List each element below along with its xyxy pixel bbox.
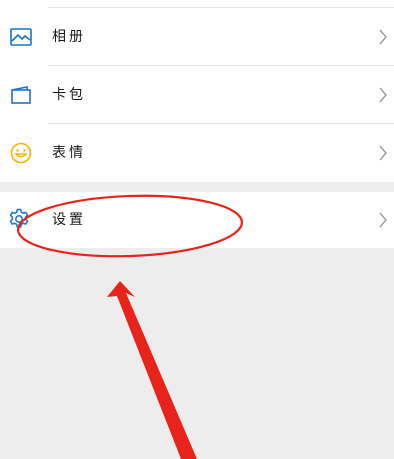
menu-item-settings[interactable]: 设置	[0, 192, 394, 248]
chevron-right-icon	[379, 87, 387, 103]
menu-item-card-wallet[interactable]: 卡包	[0, 66, 394, 124]
menu-item-emoji[interactable]: 表情	[0, 124, 394, 182]
chevron-right-icon	[379, 212, 387, 228]
card-wallet-icon	[11, 86, 31, 104]
menu-item-label: 相册	[52, 29, 86, 45]
menu-group: 相册 卡包 表情	[0, 8, 394, 182]
menu-item-label: 表情	[52, 145, 86, 161]
album-icon	[10, 28, 32, 46]
gear-icon	[9, 208, 29, 228]
menu-item-label: 卡包	[52, 87, 86, 103]
chevron-right-icon	[379, 145, 387, 161]
arrow-annotation	[107, 281, 197, 459]
emoji-icon	[10, 142, 32, 164]
menu-item-label: 设置	[52, 212, 86, 228]
settings-group: 设置	[0, 192, 394, 248]
chevron-right-icon	[379, 29, 387, 45]
menu-item-album[interactable]: 相册	[0, 8, 394, 66]
previous-row-remnant	[0, 0, 394, 8]
